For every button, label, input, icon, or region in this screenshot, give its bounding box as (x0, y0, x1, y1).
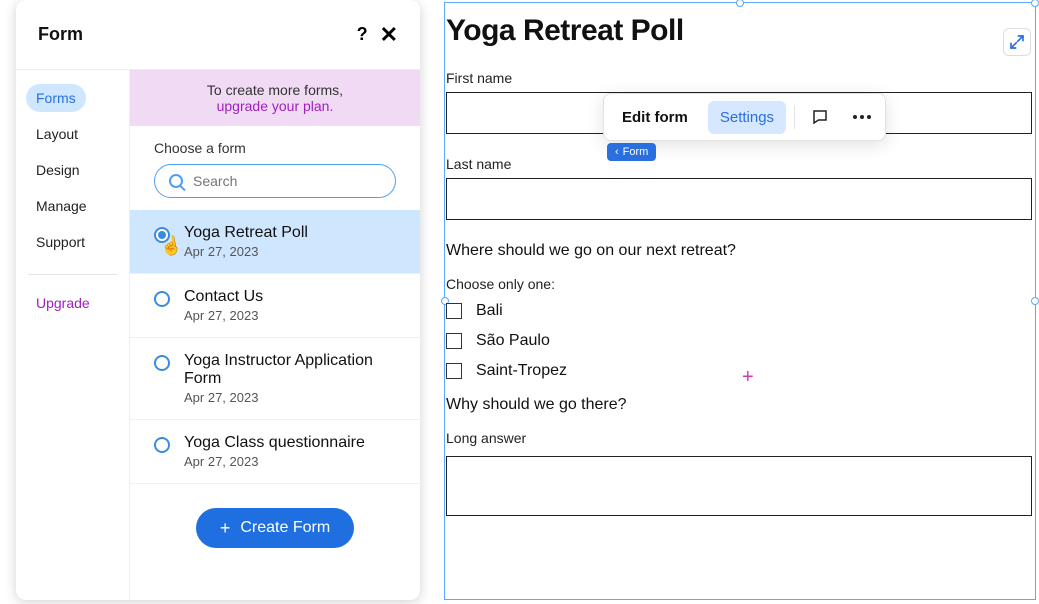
comment-button[interactable] (803, 100, 837, 134)
form-row[interactable]: Yoga Class questionnaire Apr 27, 2023 (130, 420, 420, 484)
option-label: Bali (476, 302, 503, 320)
resize-handle-top[interactable] (736, 0, 744, 7)
create-wrap: + Create Form (130, 484, 420, 572)
form-name: Yoga Retreat Poll (184, 224, 308, 242)
form-row-texts: Yoga Instructor Application Form Apr 27,… (184, 352, 396, 405)
form-name: Yoga Instructor Application Form (184, 352, 396, 388)
create-form-label: Create Form (240, 519, 330, 537)
form-list: ☝ Yoga Retreat Poll Apr 27, 2023 Contact… (130, 210, 420, 484)
search-wrap (130, 164, 420, 210)
checkbox-icon[interactable] (446, 303, 462, 319)
radio-icon[interactable] (154, 355, 170, 371)
form-preview: Yoga Retreat Poll First name Last name W… (444, 14, 1034, 516)
last-name-label: Last name (446, 156, 1032, 172)
radio-icon[interactable] (154, 227, 170, 243)
form-row-texts: Contact Us Apr 27, 2023 (184, 288, 263, 323)
retreat-question: Where should we go on our next retreat? (446, 242, 1032, 260)
upgrade-banner: To create more forms, upgrade your plan. (130, 70, 420, 126)
banner-line1: To create more forms, (207, 82, 343, 98)
chevron-left-icon: ‹ (615, 146, 619, 158)
create-form-button[interactable]: + Create Form (196, 508, 354, 548)
selection-crumb[interactable]: ‹ Form (607, 143, 656, 161)
first-name-label: First name (446, 70, 1032, 86)
editor-canvas[interactable]: + Yoga Retreat Poll First name Last name… (444, 0, 1039, 604)
long-answer-label: Long answer (446, 430, 1032, 446)
help-icon[interactable]: ? (357, 24, 368, 45)
close-icon[interactable]: ✕ (380, 24, 398, 46)
toolbar-separator (794, 105, 795, 129)
panel-header-actions: ? ✕ (357, 24, 398, 46)
edit-form-button[interactable]: Edit form (610, 101, 700, 134)
panel-title: Form (38, 24, 83, 45)
settings-button[interactable]: Settings (708, 101, 786, 134)
more-button[interactable] (845, 100, 879, 134)
form-row[interactable]: ☝ Yoga Retreat Poll Apr 27, 2023 (130, 210, 420, 274)
upgrade-plan-link[interactable]: upgrade your plan. (217, 98, 334, 114)
form-row-texts: Yoga Class questionnaire Apr 27, 2023 (184, 434, 365, 469)
option-row[interactable]: Saint-Tropez (446, 362, 1032, 380)
sidebar-item-layout[interactable]: Layout (26, 120, 88, 148)
form-date: Apr 27, 2023 (184, 390, 396, 405)
last-name-input[interactable] (446, 178, 1032, 220)
panel-content: To create more forms, upgrade your plan.… (130, 70, 420, 600)
resize-handle-topright[interactable] (1031, 0, 1039, 7)
crumb-label: Form (623, 146, 649, 158)
panel-sidebar: Forms Layout Design Manage Support Upgra… (16, 70, 130, 600)
option-row[interactable]: São Paulo (446, 332, 1032, 350)
sidebar-divider (28, 274, 117, 275)
checkbox-icon[interactable] (446, 363, 462, 379)
form-name: Yoga Class questionnaire (184, 434, 365, 452)
why-question: Why should we go there? (446, 396, 1032, 414)
long-answer-input[interactable] (446, 456, 1032, 516)
sidebar-item-manage[interactable]: Manage (26, 192, 97, 220)
search-input[interactable] (193, 173, 381, 189)
form-title: Yoga Retreat Poll (446, 14, 1032, 48)
form-row-texts: Yoga Retreat Poll Apr 27, 2023 (184, 224, 308, 259)
form-panel: Form ? ✕ Forms Layout Design Manage Supp… (16, 0, 420, 600)
comment-icon (811, 108, 829, 126)
option-label: São Paulo (476, 332, 550, 350)
sidebar-item-support[interactable]: Support (26, 228, 95, 256)
panel-body: Forms Layout Design Manage Support Upgra… (16, 70, 420, 600)
plus-icon: + (220, 519, 231, 537)
choose-form-label: Choose a form (130, 126, 420, 164)
form-date: Apr 27, 2023 (184, 308, 263, 323)
form-row[interactable]: Yoga Instructor Application Form Apr 27,… (130, 338, 420, 420)
sidebar-item-upgrade[interactable]: Upgrade (26, 289, 100, 317)
sidebar-item-forms[interactable]: Forms (26, 84, 86, 112)
form-name: Contact Us (184, 288, 263, 306)
element-toolbar: Edit form Settings (603, 93, 886, 141)
sidebar-item-design[interactable]: Design (26, 156, 90, 184)
form-date: Apr 27, 2023 (184, 244, 308, 259)
radio-icon[interactable] (154, 291, 170, 307)
form-date: Apr 27, 2023 (184, 454, 365, 469)
option-row[interactable]: Bali (446, 302, 1032, 320)
checkbox-icon[interactable] (446, 333, 462, 349)
choose-one-label: Choose only one: (446, 276, 1032, 292)
more-icon (853, 115, 871, 119)
radio-icon[interactable] (154, 437, 170, 453)
form-row[interactable]: Contact Us Apr 27, 2023 (130, 274, 420, 338)
search-box[interactable] (154, 164, 396, 198)
panel-header: Form ? ✕ (16, 0, 420, 70)
option-label: Saint-Tropez (476, 362, 567, 380)
search-icon (169, 174, 183, 188)
